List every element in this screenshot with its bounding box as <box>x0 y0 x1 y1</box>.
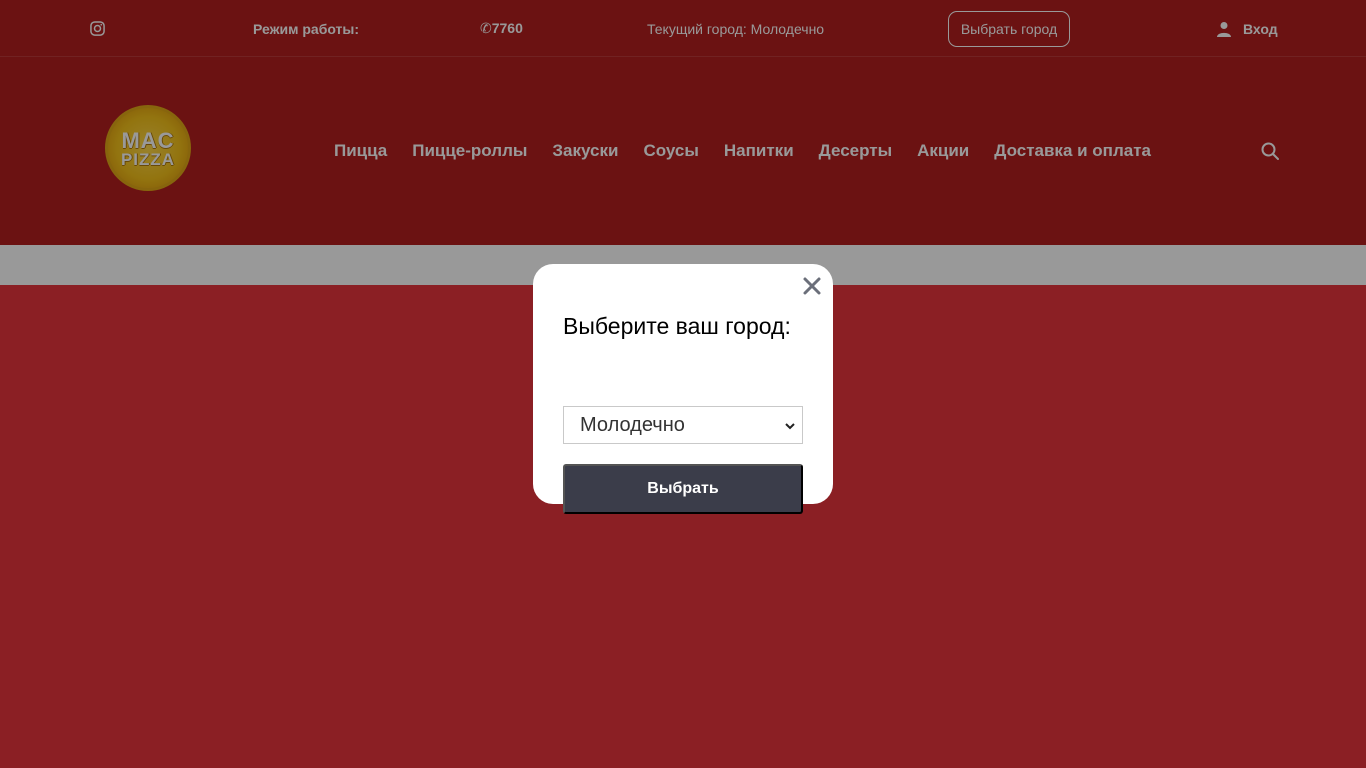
city-select-value: Молодечно <box>580 413 685 436</box>
chevron-down-icon <box>785 423 795 430</box>
modal-title: Выберите ваш город: <box>563 313 791 339</box>
select-city-submit-button[interactable]: Выбрать <box>563 464 803 514</box>
city-select[interactable]: Молодечно <box>563 406 803 444</box>
close-icon[interactable] <box>802 276 822 296</box>
